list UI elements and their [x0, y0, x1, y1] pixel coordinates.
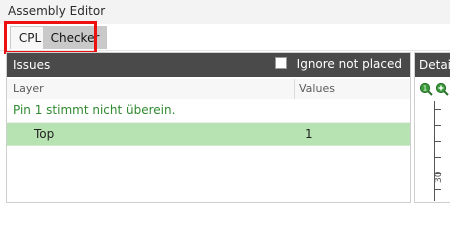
ignore-not-placed-toggle[interactable]: Ignore not placed: [274, 57, 402, 71]
ruler-label: 30: [434, 171, 444, 183]
svg-text:1: 1: [423, 85, 427, 93]
vertical-ruler: [434, 101, 445, 201]
column-separator[interactable]: [294, 79, 295, 99]
ruler-tick: [435, 125, 441, 126]
table-row[interactable]: Top 1: [7, 123, 410, 146]
issues-panel-header: Issues Ignore not placed: [7, 53, 410, 77]
issues-panel: Issues Ignore not placed Layer Values Pi…: [6, 52, 411, 203]
ruler-tick: [435, 141, 441, 142]
details-panel: Details 1 30: [414, 52, 450, 203]
issue-message-row[interactable]: Pin 1 stimmt nicht überein.: [7, 99, 410, 123]
window-titlebar: Assembly Editor: [0, 0, 450, 25]
issues-column-header: Layer Values: [7, 79, 410, 100]
issues-title: Issues: [13, 58, 51, 72]
ruler-tick: [435, 189, 441, 190]
zoom-in-icon[interactable]: [435, 82, 449, 96]
row-layer: Top: [34, 127, 55, 141]
column-header-layer[interactable]: Layer: [13, 82, 44, 95]
window-title: Assembly Editor: [8, 4, 106, 18]
ignore-not-placed-label: Ignore not placed: [296, 57, 402, 71]
tab-bar: CPL Checker: [0, 24, 450, 51]
zoom-fit-icon[interactable]: 1: [419, 82, 433, 96]
details-title: Details: [419, 58, 450, 72]
tab-checker[interactable]: Checker: [43, 26, 107, 49]
column-header-values[interactable]: Values: [299, 82, 335, 95]
details-panel-header: Details: [415, 53, 450, 77]
issue-message: Pin 1 stimmt nicht überein.: [13, 103, 176, 117]
row-value: 1: [305, 127, 313, 141]
zoom-toolbar: 1: [419, 82, 449, 98]
ignore-not-placed-checkbox[interactable]: [274, 57, 287, 69]
ruler-tick: [435, 109, 441, 110]
ruler-tick: [435, 157, 441, 158]
